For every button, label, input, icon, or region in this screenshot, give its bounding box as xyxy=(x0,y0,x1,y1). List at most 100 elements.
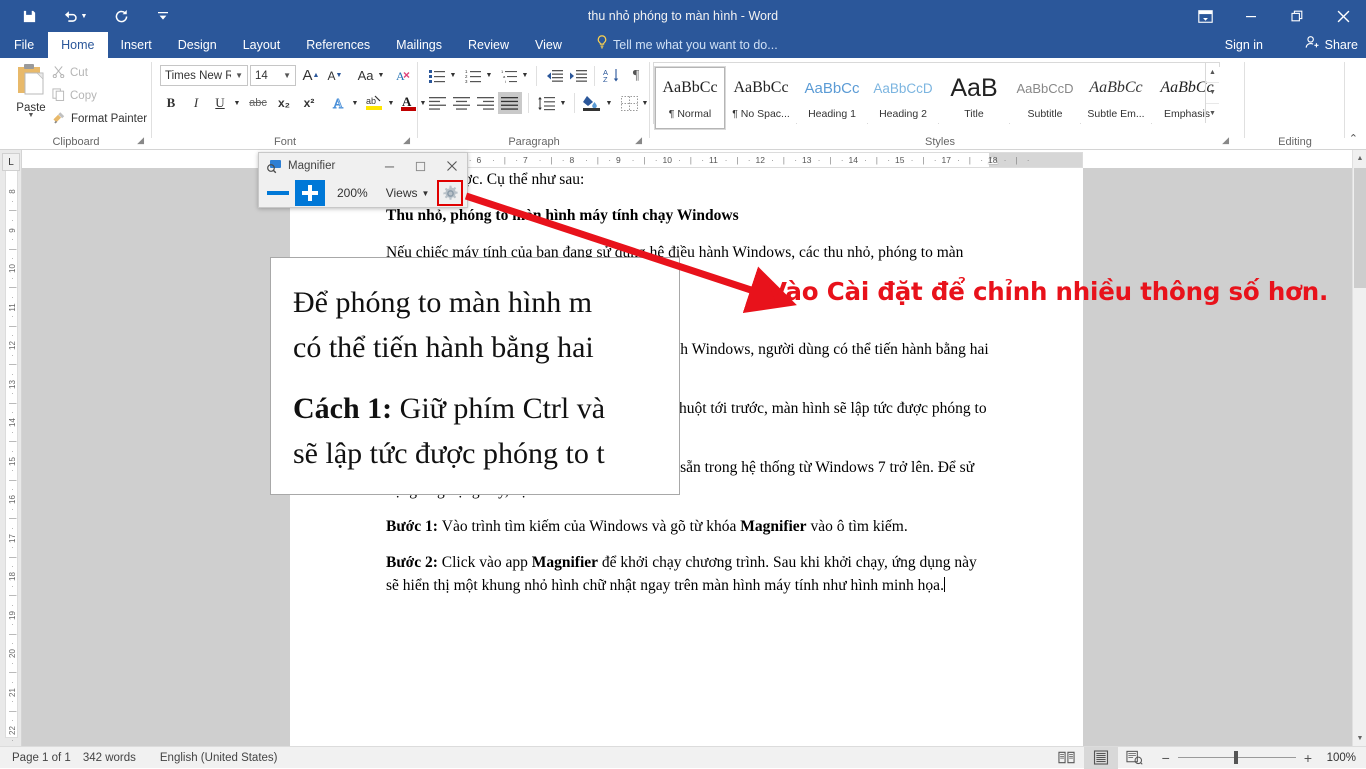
decrease-indent-icon[interactable] xyxy=(542,65,566,86)
bullets-icon[interactable] xyxy=(426,65,448,86)
customize-qat-icon[interactable] xyxy=(152,5,174,27)
multilevel-list-icon[interactable]: 1ai xyxy=(498,65,520,86)
print-layout-icon[interactable] xyxy=(1083,746,1118,769)
gallery-scroll-up-icon[interactable]: ▲ xyxy=(1206,63,1219,84)
tab-mailings[interactable]: Mailings xyxy=(383,32,455,58)
tab-insert[interactable]: Insert xyxy=(108,32,165,58)
numbering-icon[interactable]: 123 xyxy=(462,65,484,86)
style-no-spacing[interactable]: AaBbCc ¶ No Spac... xyxy=(726,67,796,129)
minimize-icon[interactable] xyxy=(1228,0,1274,32)
gallery-scroll-down-icon[interactable]: ▼ xyxy=(1206,83,1219,104)
underline-dropdown-arrow[interactable]: ▼ xyxy=(231,92,243,114)
justify-icon[interactable] xyxy=(498,92,522,114)
style-heading-2[interactable]: AaBbCcD Heading 2 xyxy=(868,67,938,129)
zoom-percentage[interactable]: 100% xyxy=(1320,752,1356,764)
cut-button[interactable]: Cut xyxy=(52,65,88,81)
tell-me-search[interactable]: Tell me what you want to do... xyxy=(596,32,778,58)
highlight-icon[interactable]: ab xyxy=(362,92,386,114)
scroll-up-icon[interactable]: ▲ xyxy=(1353,150,1366,166)
zoom-slider-knob[interactable] xyxy=(1233,751,1238,764)
gallery-more-icon[interactable]: ▼ xyxy=(1206,104,1219,123)
scrollbar-thumb[interactable] xyxy=(1354,168,1366,288)
borders-icon[interactable] xyxy=(617,92,641,114)
paste-dropdown-arrow[interactable]: ▼ xyxy=(8,112,54,119)
word-count[interactable]: 342 words xyxy=(83,752,148,764)
font-name-combo[interactable]: Times New Ro ▼ xyxy=(160,65,248,86)
superscript-button[interactable]: x² xyxy=(297,92,321,114)
magnifier-zoom-out-button[interactable] xyxy=(267,185,289,201)
clear-formatting-icon[interactable]: A xyxy=(392,65,414,86)
style-subtitle[interactable]: AaBbCcD Subtitle xyxy=(1010,67,1080,129)
magnifier-minimize-icon[interactable] xyxy=(374,153,405,179)
paste-button[interactable]: Paste ▼ xyxy=(8,62,54,119)
style-subtle-emphasis[interactable]: AaBbCc Subtle Em... xyxy=(1081,67,1151,129)
save-icon[interactable] xyxy=(18,5,40,27)
font-color-icon[interactable]: A xyxy=(398,92,418,114)
tab-design[interactable]: Design xyxy=(165,32,230,58)
zoom-in-button[interactable]: + xyxy=(1304,750,1312,766)
shading-icon[interactable] xyxy=(580,92,604,114)
redo-icon[interactable] xyxy=(110,5,132,27)
magnifier-views-button[interactable]: Views ▼ xyxy=(386,186,430,200)
zoom-slider[interactable] xyxy=(1177,751,1296,765)
sign-in-button[interactable]: Sign in xyxy=(1225,32,1263,58)
read-mode-icon[interactable] xyxy=(1050,747,1084,769)
align-center-icon[interactable] xyxy=(450,92,474,114)
collapse-ribbon-icon[interactable]: ⌃ xyxy=(1349,132,1358,145)
align-left-icon[interactable] xyxy=(426,92,450,114)
zoom-control[interactable]: − + 100% xyxy=(1152,750,1366,766)
align-right-icon[interactable] xyxy=(474,92,498,114)
numbering-dropdown-arrow[interactable]: ▼ xyxy=(483,65,495,86)
increase-indent-icon[interactable] xyxy=(566,65,590,86)
tab-layout[interactable]: Layout xyxy=(230,32,294,58)
format-painter-button[interactable]: Format Painter xyxy=(52,111,147,127)
chevron-down-icon[interactable]: ▼ xyxy=(279,71,295,80)
show-formatting-marks-icon[interactable]: ¶ xyxy=(626,65,646,86)
strikethrough-button[interactable]: abc xyxy=(245,92,271,114)
web-layout-icon[interactable] xyxy=(1118,747,1152,769)
share-button[interactable]: Share xyxy=(1305,32,1358,58)
copy-button[interactable]: Copy xyxy=(52,88,97,104)
page-indicator[interactable]: Page 1 of 1 xyxy=(0,752,83,764)
close-icon[interactable] xyxy=(1320,0,1366,32)
paragraph-dialog-launcher[interactable]: ◢ xyxy=(635,135,642,146)
font-size-combo[interactable]: 14 ▼ xyxy=(250,65,296,86)
language-indicator[interactable]: English (United States) xyxy=(148,752,290,764)
tab-stop-selector[interactable]: L xyxy=(2,153,20,171)
tab-file[interactable]: File xyxy=(0,32,48,58)
change-case-button[interactable]: Aa ▼ xyxy=(354,65,388,86)
magnifier-settings-button[interactable] xyxy=(437,180,463,206)
styles-gallery-nav[interactable]: ▲ ▼ ▼ xyxy=(1205,63,1219,123)
font-dialog-launcher[interactable]: ◢ xyxy=(403,135,410,146)
underline-button[interactable]: U xyxy=(209,92,231,114)
undo-icon[interactable]: ▼ xyxy=(60,5,90,27)
line-spacing-dropdown-arrow[interactable]: ▼ xyxy=(557,92,569,114)
vertical-scrollbar[interactable]: ▲ ▼ xyxy=(1352,150,1366,746)
magnifier-window[interactable]: Magnifier 200% Views ▼ xyxy=(258,152,468,208)
magnifier-close-icon[interactable] xyxy=(436,153,467,179)
ribbon-display-options-icon[interactable] xyxy=(1182,0,1228,32)
bold-button[interactable]: B xyxy=(160,92,182,114)
restore-icon[interactable] xyxy=(1274,0,1320,32)
clipboard-dialog-launcher[interactable]: ◢ xyxy=(137,135,144,146)
shading-dropdown-arrow[interactable]: ▼ xyxy=(603,92,615,114)
tab-home[interactable]: Home xyxy=(48,32,108,58)
highlight-dropdown-arrow[interactable]: ▼ xyxy=(385,92,397,114)
tab-view[interactable]: View xyxy=(522,32,575,58)
subscript-button[interactable]: x₂ xyxy=(272,92,296,114)
grow-font-button[interactable]: A ▲ xyxy=(300,65,322,86)
zoom-out-button[interactable]: − xyxy=(1162,750,1170,766)
text-effects-icon[interactable]: A xyxy=(328,92,350,114)
scroll-down-icon[interactable]: ▼ xyxy=(1353,730,1366,746)
tab-review[interactable]: Review xyxy=(455,32,522,58)
italic-button[interactable]: I xyxy=(185,92,207,114)
style-normal[interactable]: AaBbCc ¶ Normal xyxy=(654,66,726,130)
text-effects-dropdown-arrow[interactable]: ▼ xyxy=(349,92,361,114)
multilevel-list-dropdown-arrow[interactable]: ▼ xyxy=(519,65,531,86)
style-title[interactable]: AaB Title xyxy=(939,67,1009,129)
magnifier-zoom-in-button[interactable] xyxy=(295,180,325,206)
sort-icon[interactable]: AZ xyxy=(600,65,624,86)
shrink-font-button[interactable]: A ▼ xyxy=(324,65,346,86)
vertical-ruler[interactable]: 8 · | · 9 · | · 10 · | · 11 · | · 12 · | · 13 · | · 14 · | · 15 · | · 16… xyxy=(0,150,22,761)
bullets-dropdown-arrow[interactable]: ▼ xyxy=(447,65,459,86)
